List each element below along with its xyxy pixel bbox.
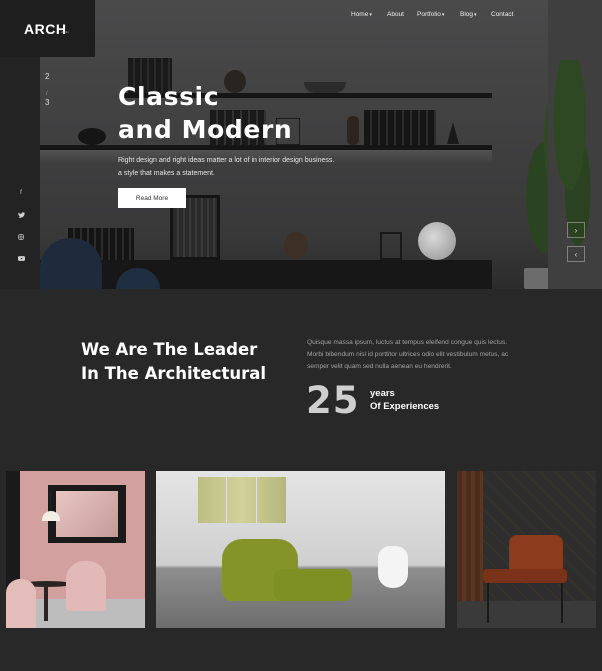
hero-title: Classic and Modern (118, 80, 292, 146)
chevron-right-icon: › (574, 225, 578, 235)
read-more-button[interactable]: Read More (118, 188, 186, 208)
chair-decor (66, 561, 106, 611)
about-text-line-2: Morbi bibendum nisl id porttitor ultrice… (307, 351, 509, 358)
hero-subtitle-line-2: a style that makes a statement. (118, 170, 215, 177)
logo[interactable]: ARCH (24, 21, 66, 37)
vase-decor (284, 232, 308, 260)
slider-prev-button[interactable]: ‹ (567, 246, 585, 262)
nav-home[interactable]: Home▾ (351, 11, 372, 18)
vase-decor (347, 116, 359, 145)
plant-pot-decor (524, 268, 548, 289)
nav-portfolio-label: Portfolio (417, 11, 441, 18)
about-title-line-1: We Are The Leader (81, 340, 258, 359)
ottoman-decor (274, 569, 352, 601)
books-decor (364, 110, 436, 145)
facebook-icon[interactable]: f (16, 190, 26, 196)
youtube-icon[interactable] (16, 256, 26, 263)
sideboard (40, 260, 492, 289)
hero-title-line-2: and Modern (118, 115, 293, 144)
nav-about-label: About (387, 11, 404, 18)
lantern-decor (380, 232, 402, 260)
bowl-decor (304, 82, 346, 93)
years-label-line-2: Of Experiences (370, 401, 440, 412)
years-label-line-1: years (370, 388, 395, 399)
hero-section (40, 0, 548, 289)
armchair-decor (40, 238, 102, 289)
slide-total[interactable]: 3 (45, 98, 49, 107)
gallery-image-armchair[interactable] (156, 471, 445, 628)
nav-contact[interactable]: Contact (491, 11, 513, 18)
chair-decor (6, 579, 36, 628)
about-text: Quisque massa ipsum, luctus at tempus el… (307, 337, 527, 373)
twitter-icon[interactable] (16, 212, 26, 220)
about-title-line-2: In The Architectural (81, 364, 267, 383)
vase-decor (378, 546, 408, 588)
years-label: years Of Experiences (370, 387, 439, 413)
slide-separator: / (46, 91, 48, 97)
about-text-line-1: Quisque massa ipsum, luctus at tempus el… (307, 339, 508, 346)
sculpture-decor (78, 128, 106, 145)
about-text-line-3: semper velit quam sed nulla aenean eu he… (307, 363, 452, 370)
plant-decor (520, 60, 548, 289)
hero-title-line-1: Classic (118, 82, 220, 111)
about-title: We Are The Leader In The Architectural (81, 338, 266, 386)
cone-decor (447, 122, 459, 144)
left-rail (0, 57, 40, 289)
chevron-left-icon: ‹ (574, 249, 578, 259)
gallery-image-leather-chair[interactable] (457, 471, 596, 628)
lamp-decor (418, 222, 456, 260)
chevron-down-icon: ▾ (369, 12, 372, 18)
logo-subtitle: studio (61, 30, 70, 34)
hero-subtitle: Right design and right ideas matter a lo… (118, 154, 338, 180)
slider-next-button[interactable]: › (567, 222, 585, 238)
nav-blog[interactable]: Blog▾ (460, 11, 477, 18)
chevron-down-icon: ▾ (474, 12, 477, 18)
nav-about[interactable]: About (387, 11, 404, 18)
art-triptych-decor (198, 477, 286, 523)
slide-current[interactable]: 2 (45, 72, 49, 81)
hero-subtitle-line-1: Right design and right ideas matter a lo… (118, 157, 335, 164)
nav-blog-label: Blog (460, 11, 474, 18)
nav-home-label: Home (351, 11, 369, 18)
gallery-image-dining[interactable] (6, 471, 145, 628)
chevron-down-icon: ▾ (441, 12, 445, 18)
nav-contact-label: Contact (491, 11, 514, 18)
years-number: 25 (306, 379, 360, 422)
instagram-icon[interactable] (16, 234, 26, 242)
nav-portfolio[interactable]: Portfolio▾ (417, 11, 444, 18)
